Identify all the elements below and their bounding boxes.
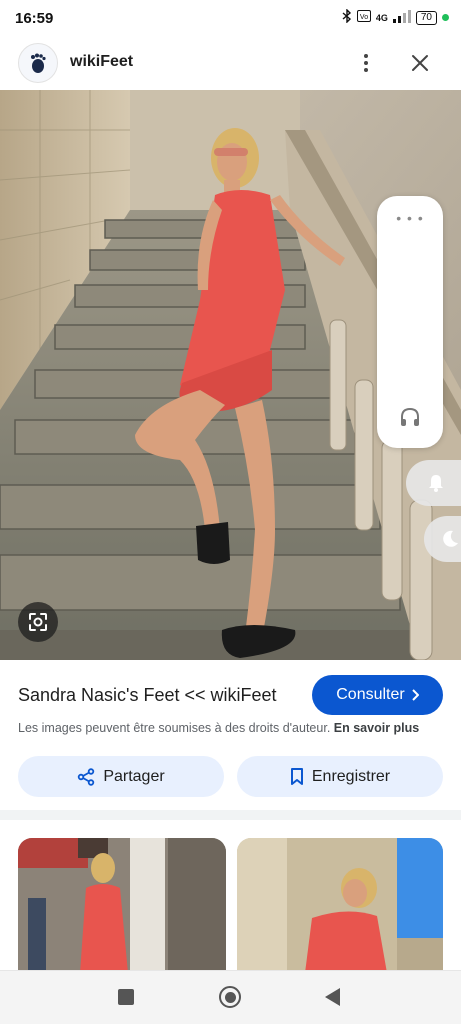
learn-more-link[interactable]: En savoir plus — [334, 721, 419, 735]
status-icons: Vo 4G 70 — [342, 8, 449, 26]
wikifeet-logo[interactable] — [18, 43, 58, 83]
share-button[interactable]: Partager — [18, 756, 224, 797]
signal-icon — [392, 9, 411, 26]
bookmark-icon — [290, 767, 303, 785]
bell-icon[interactable] — [406, 460, 461, 506]
save-label: Enregistrer — [311, 767, 391, 785]
page-title[interactable]: Sandra Nasic's Feet << wikiFeet — [18, 685, 277, 706]
status-bar: 16:59 Vo 4G 70 — [0, 0, 461, 36]
home-icon — [224, 991, 236, 1003]
svg-text:Vo: Vo — [360, 14, 368, 21]
status-time: 16:59 — [15, 10, 54, 27]
google-lens-button[interactable] — [18, 602, 58, 642]
back-button[interactable] — [325, 988, 340, 1006]
recents-button[interactable] — [118, 989, 134, 1005]
site-name[interactable]: wikiFeet — [70, 53, 133, 71]
volte-icon: Vo — [356, 10, 371, 25]
copyright-text: Les images peuvent être soumises à des d… — [18, 721, 331, 735]
close-button[interactable] — [406, 49, 434, 77]
share-label: Partager — [103, 767, 165, 785]
page-header: wikiFeet — [0, 36, 461, 90]
related-image-thumbnail[interactable] — [237, 838, 443, 973]
chevron-right-icon — [412, 689, 419, 701]
floating-side-panel[interactable]: • • • — [377, 196, 443, 448]
section-divider — [0, 810, 461, 820]
privacy-indicator-dot — [442, 14, 449, 21]
related-image-thumbnail[interactable] — [18, 838, 226, 973]
network-label: 4G — [375, 12, 388, 23]
more-horiz-icon[interactable]: • • • — [377, 210, 443, 226]
share-icon — [78, 767, 95, 786]
home-button[interactable] — [219, 986, 241, 1008]
more-options-button[interactable] — [352, 49, 380, 77]
battery-icon: 70 — [415, 10, 437, 25]
visit-label: Consulter — [336, 686, 405, 703]
system-navigation-bar — [0, 970, 461, 1024]
save-button[interactable]: Enregistrer — [237, 756, 443, 797]
headphones-icon[interactable] — [397, 404, 423, 430]
close-icon — [412, 55, 428, 71]
bluetooth-icon — [342, 8, 352, 26]
more-vert-icon — [364, 54, 368, 72]
visit-button[interactable]: Consulter — [312, 675, 443, 715]
google-lens-icon — [29, 613, 47, 631]
copyright-notice: Les images peuvent être soumises à des d… — [18, 721, 419, 735]
image-info-section: Sandra Nasic's Feet << wikiFeet Consulte… — [0, 660, 461, 810]
